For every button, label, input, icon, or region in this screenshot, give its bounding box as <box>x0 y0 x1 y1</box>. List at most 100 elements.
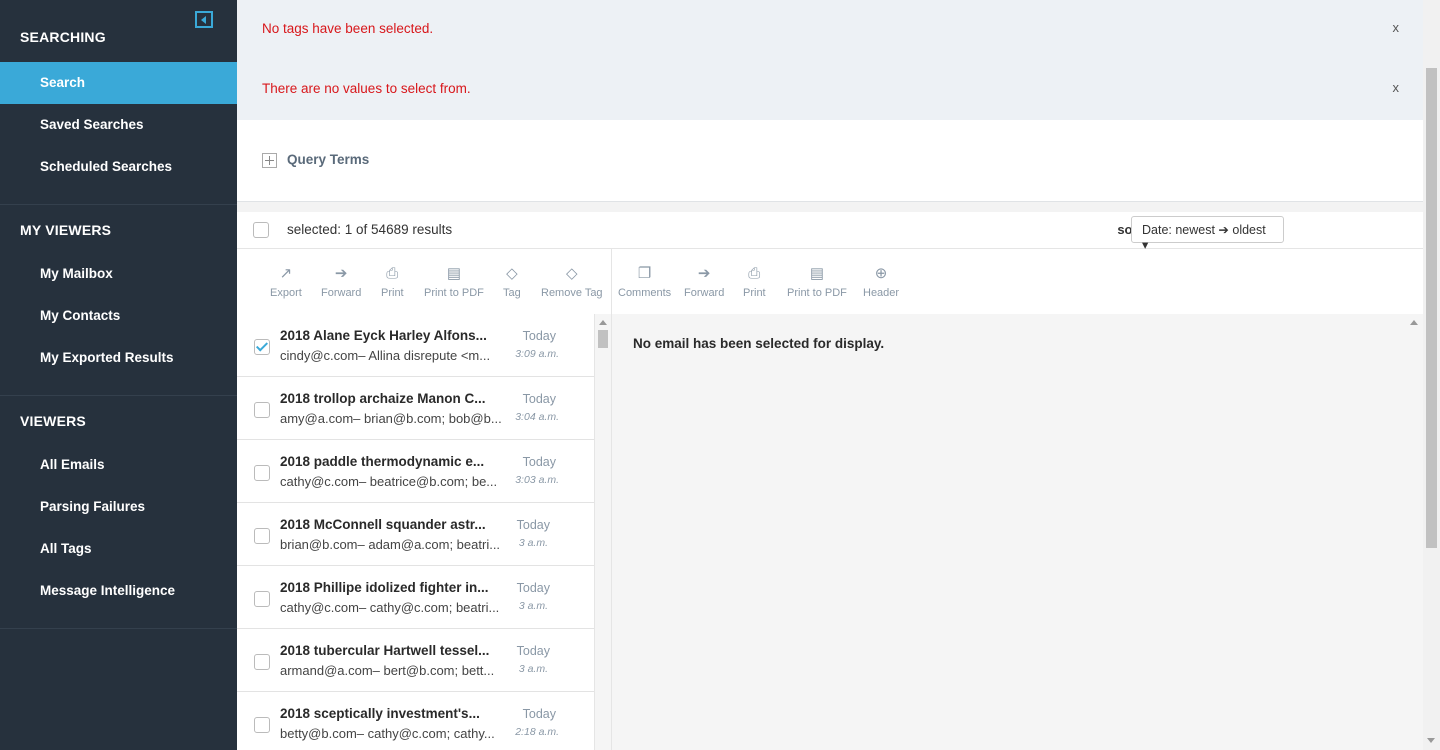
results-bar: selected: 1 of 54689 results sort by: Da… <box>237 212 1423 252</box>
tag-button[interactable]: ◇ Tag <box>503 265 521 299</box>
sidebar: SEARCHING Search Saved Searches Schedule… <box>0 0 237 750</box>
sidebar-item-parsing-failures[interactable]: Parsing Failures <box>0 486 237 528</box>
button-label: Remove Tag <box>541 287 603 299</box>
email-time: 2:18 a.m. <box>515 726 559 738</box>
sidebar-item-all-emails[interactable]: All Emails <box>0 444 237 486</box>
remove-tag-button[interactable]: ◇ Remove Tag <box>541 265 603 299</box>
scroll-down-icon[interactable] <box>1427 738 1435 743</box>
email-day: Today <box>516 581 550 595</box>
expand-icon[interactable] <box>262 153 277 168</box>
list-item[interactable]: 2018 paddle thermodynamic e... cathy@c.c… <box>237 440 594 503</box>
export-icon: ↗ <box>279 265 293 282</box>
row-checkbox[interactable] <box>254 528 270 544</box>
email-list: 2018 Alane Eyck Harley Alfons... cindy@c… <box>237 314 594 750</box>
button-label: Forward <box>321 287 362 299</box>
email-participants: amy@a.com– brian@b.com; bob@b... <box>280 411 502 426</box>
pdf-icon: ▤ <box>809 265 825 282</box>
scroll-up-icon[interactable] <box>1410 320 1418 325</box>
button-label: Print to PDF <box>424 287 484 299</box>
list-item[interactable]: 2018 sceptically investment's... betty@b… <box>237 692 594 750</box>
list-item[interactable]: 2018 trollop archaize Manon C... amy@a.c… <box>237 377 594 440</box>
email-day: Today <box>516 644 550 658</box>
button-label: Print <box>381 287 404 299</box>
query-terms-toggle[interactable]: Query Terms <box>287 152 369 167</box>
email-day: Today <box>522 707 556 721</box>
email-day: Today <box>522 329 556 343</box>
alert-message: There are no values to select from. <box>262 81 471 96</box>
list-item[interactable]: 2018 McConnell squander astr... brian@b.… <box>237 503 594 566</box>
button-label: Tag <box>503 287 521 299</box>
sort-select[interactable]: Date: newest ➔ oldest ▾ <box>1131 216 1284 252</box>
button-label: Header <box>863 287 900 299</box>
email-participants: brian@b.com– adam@a.com; beatri... <box>280 537 501 552</box>
print-to-pdf-button[interactable]: ▤ Print to PDF <box>424 265 484 299</box>
close-alert-button[interactable]: x <box>1393 80 1400 95</box>
scrollbar-thumb[interactable] <box>1426 68 1437 548</box>
collapse-sidebar-icon[interactable] <box>195 11 213 28</box>
list-item[interactable]: 2018 Phillipe idolized fighter in... cat… <box>237 566 594 629</box>
button-label: Print to PDF <box>787 287 847 299</box>
print-email-to-pdf-button[interactable]: ▤ Print to PDF <box>787 265 847 299</box>
forward-button[interactable]: ➔ Forward <box>321 265 361 299</box>
export-button[interactable]: ↗ Export <box>270 265 302 299</box>
sidebar-item-scheduled-searches[interactable]: Scheduled Searches <box>0 146 237 188</box>
sidebar-item-my-contacts[interactable]: My Contacts <box>0 295 237 337</box>
main-content: No tags have been selected. x There are … <box>237 0 1423 750</box>
print-button[interactable]: ⎙ Print <box>381 265 404 299</box>
sidebar-heading: MY VIEWERS <box>20 222 112 238</box>
email-participants: cathy@c.com– beatrice@b.com; be... <box>280 474 498 489</box>
action-toolbar: ↗ Export ➔ Forward ⎙ Print ▤ Print to PD… <box>237 249 1423 315</box>
button-label: Print <box>743 287 766 299</box>
alert-message: No tags have been selected. <box>262 21 434 36</box>
button-label: Export <box>270 287 302 299</box>
preview-scrollbar[interactable] <box>1406 314 1423 750</box>
results-count: selected: 1 of 54689 results <box>287 222 453 237</box>
print-email-button[interactable]: ⎙ Print <box>743 265 766 299</box>
email-participants: cindy@c.com– Allina disrepute <m... <box>280 348 491 363</box>
email-day: Today <box>522 455 556 469</box>
email-participants: betty@b.com– cathy@c.com; cathy... <box>280 726 495 741</box>
row-checkbox[interactable] <box>254 402 270 418</box>
email-list-scrollbar[interactable] <box>594 314 611 750</box>
alert-no-values: There are no values to select from. x <box>237 60 1423 120</box>
scrollbar-thumb[interactable] <box>598 330 608 348</box>
row-checkbox[interactable] <box>254 339 270 355</box>
email-time: 3:04 a.m. <box>515 411 559 423</box>
remove-tag-icon: ◇ <box>566 265 578 282</box>
sidebar-item-all-tags[interactable]: All Tags <box>0 528 237 570</box>
row-checkbox[interactable] <box>254 465 270 481</box>
email-subject: 2018 trollop archaize Manon C... <box>280 391 486 406</box>
row-checkbox[interactable] <box>254 717 270 733</box>
email-time: 3 a.m. <box>518 600 548 612</box>
sidebar-item-my-exported-results[interactable]: My Exported Results <box>0 337 237 379</box>
print-icon: ⎙ <box>386 265 399 282</box>
email-subject: 2018 Phillipe idolized fighter in... <box>280 580 489 595</box>
preview-empty-message: No email has been selected for display. <box>633 336 885 351</box>
sidebar-item-search[interactable]: Search <box>0 62 237 104</box>
header-button[interactable]: ⊕ Header <box>863 265 899 299</box>
email-subject: 2018 sceptically investment's... <box>280 706 480 721</box>
row-checkbox[interactable] <box>254 591 270 607</box>
sidebar-heading: VIEWERS <box>20 413 86 429</box>
button-label: Forward <box>684 287 725 299</box>
scroll-up-icon[interactable] <box>599 320 607 325</box>
zoom-icon: ⊕ <box>874 265 888 282</box>
email-day: Today <box>522 392 556 406</box>
sidebar-item-my-mailbox[interactable]: My Mailbox <box>0 253 237 295</box>
list-item[interactable]: 2018 Alane Eyck Harley Alfons... cindy@c… <box>237 314 594 377</box>
sidebar-heading: SEARCHING <box>20 29 106 45</box>
list-item[interactable]: 2018 tubercular Hartwell tessel... arman… <box>237 629 594 692</box>
sidebar-section-viewers: VIEWERS All Emails Parsing Failures All … <box>0 396 237 629</box>
sidebar-item-saved-searches[interactable]: Saved Searches <box>0 104 237 146</box>
forward-email-button[interactable]: ➔ Forward <box>684 265 724 299</box>
select-all-checkbox[interactable] <box>253 222 269 238</box>
row-checkbox[interactable] <box>254 654 270 670</box>
email-subject: 2018 Alane Eyck Harley Alfons... <box>280 328 487 343</box>
sidebar-item-message-intelligence[interactable]: Message Intelligence <box>0 570 237 612</box>
email-participants: armand@a.com– bert@b.com; bett... <box>280 663 495 678</box>
page-scrollbar[interactable] <box>1423 0 1440 750</box>
forward-icon: ➔ <box>697 265 711 282</box>
close-alert-button[interactable]: x <box>1393 20 1400 35</box>
pdf-icon: ▤ <box>446 265 462 282</box>
comments-button[interactable]: ❐ Comments <box>618 265 671 299</box>
